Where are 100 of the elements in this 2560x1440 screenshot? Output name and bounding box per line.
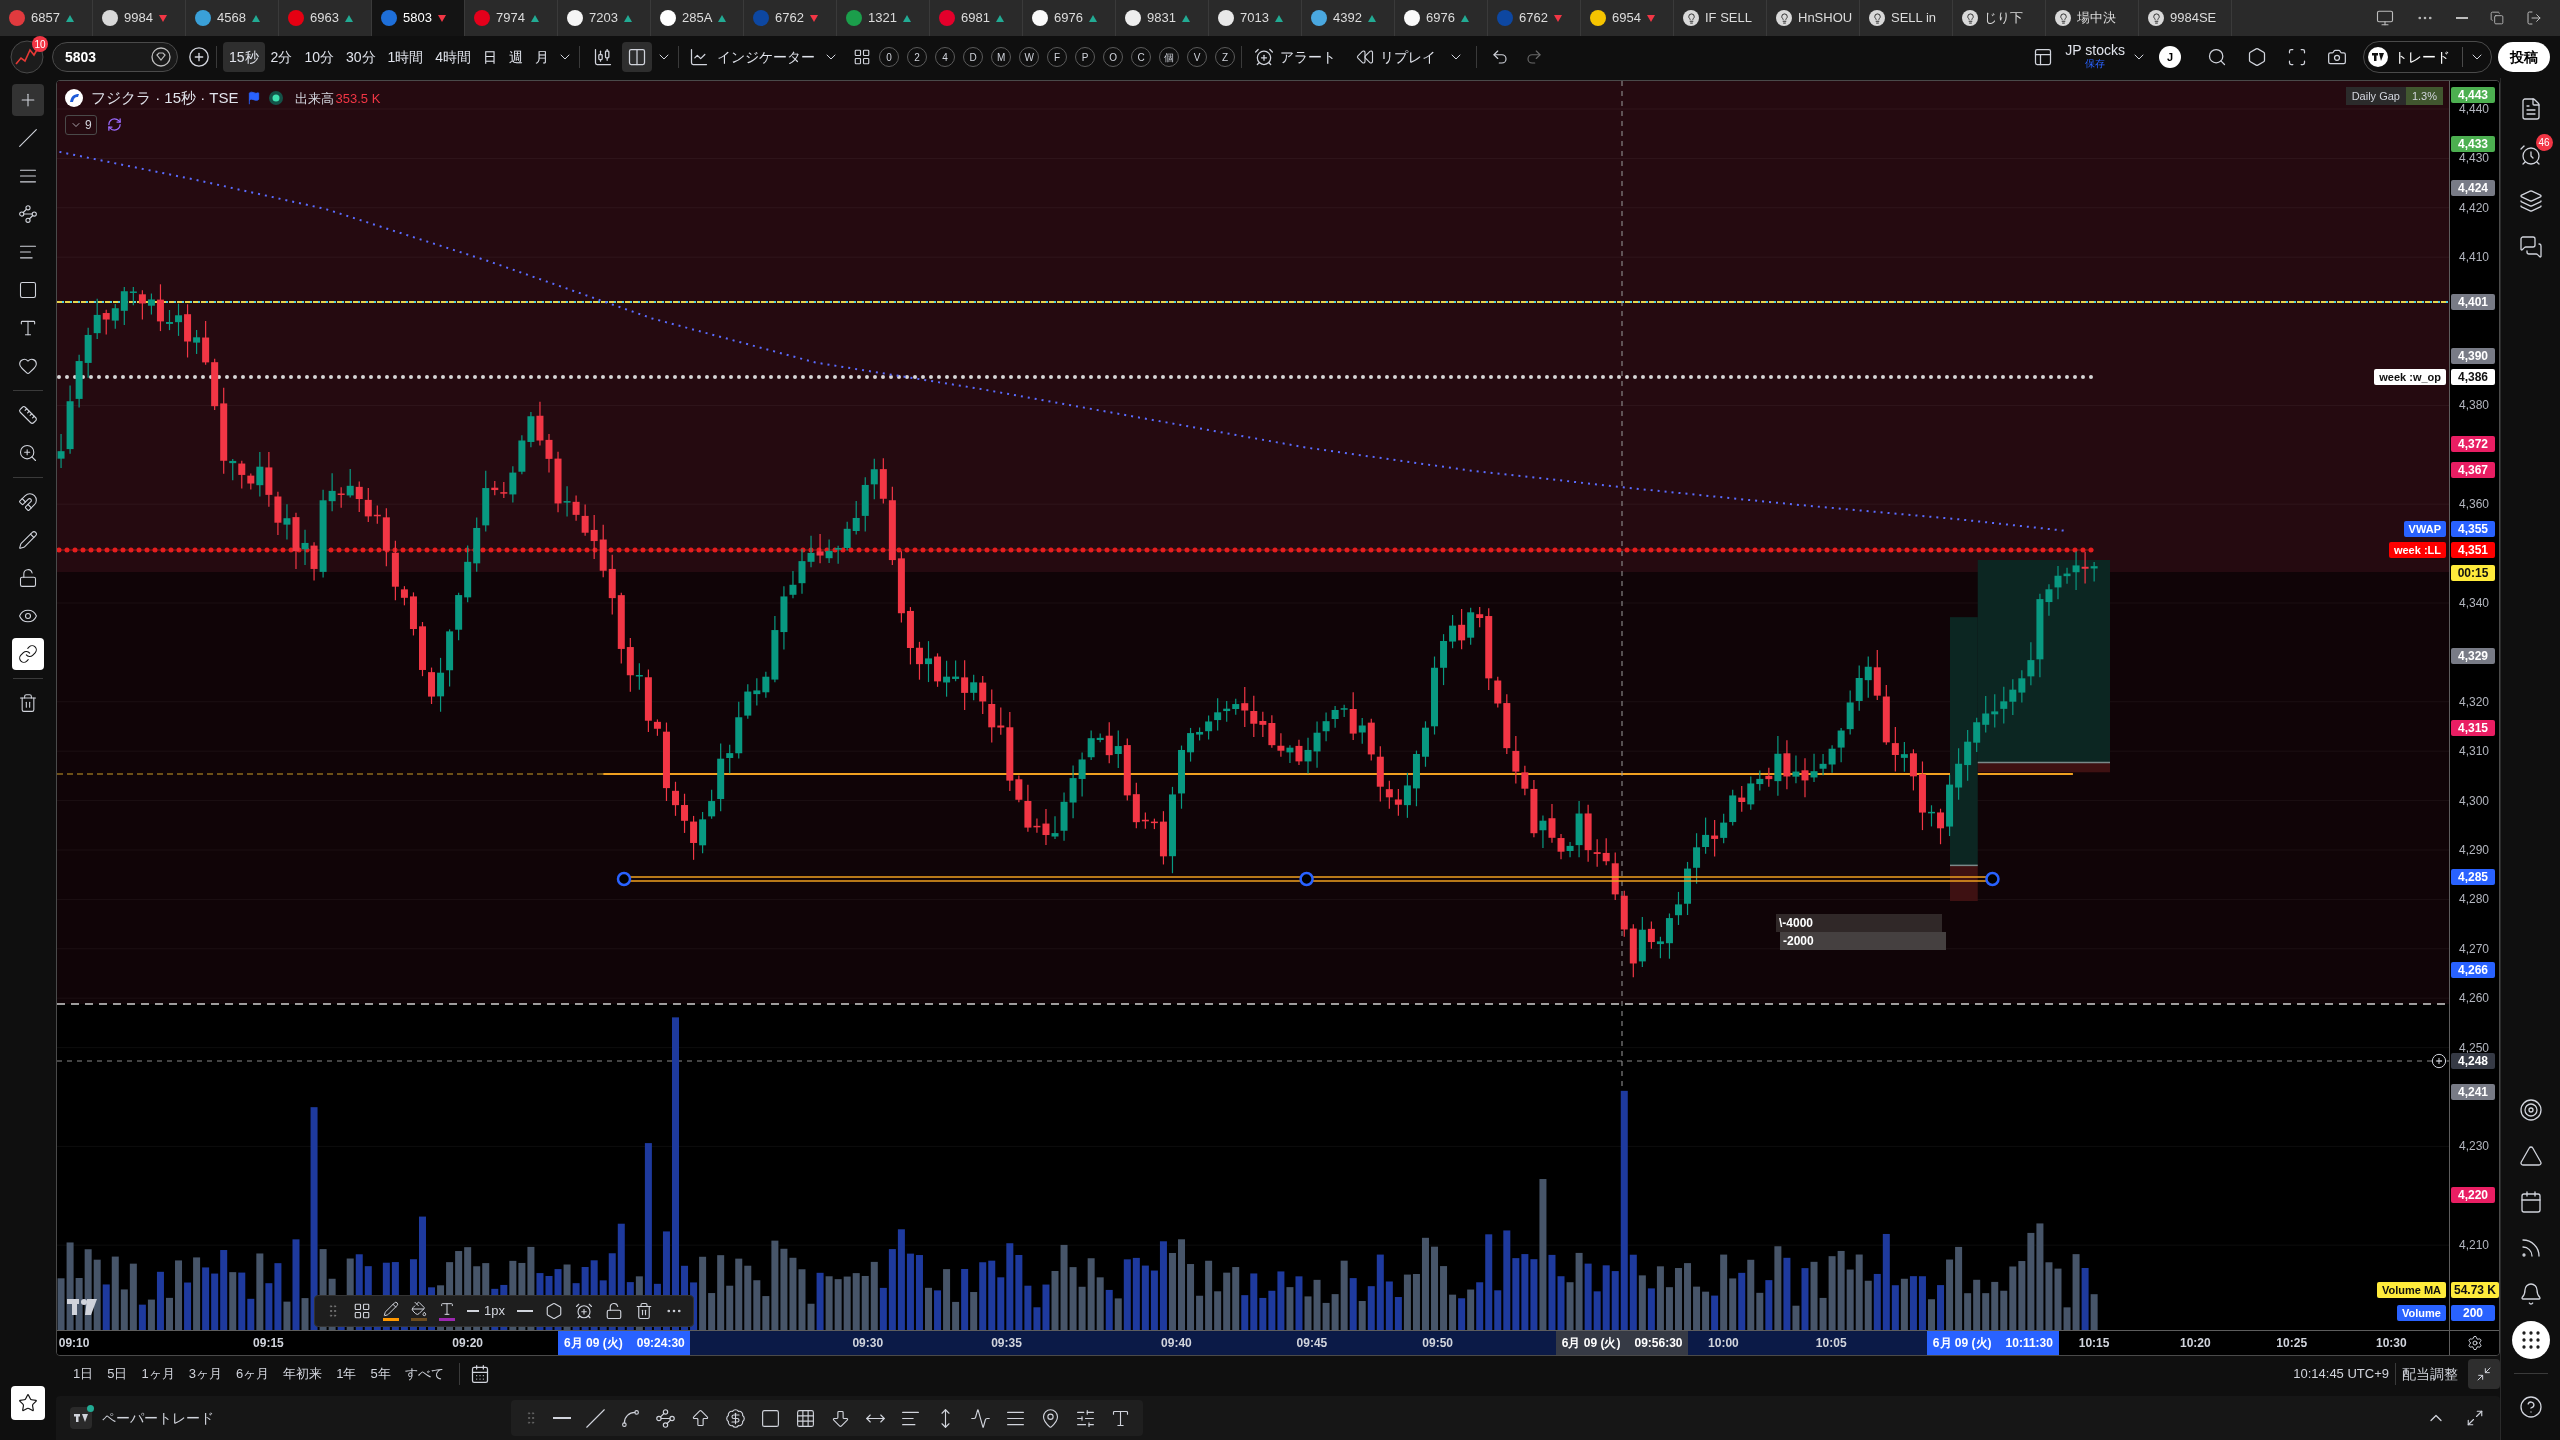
connected-points-icon[interactable] [655, 1407, 676, 1429]
time-tick: 09:10 [58, 1336, 90, 1350]
interval-button[interactable]: 2分 [264, 42, 299, 72]
toggle-button[interactable] [12, 638, 44, 670]
pencil-icon[interactable] [383, 1301, 399, 1321]
grid-icon[interactable] [353, 1302, 371, 1320]
add-circle-icon[interactable] [188, 46, 210, 68]
layout-button[interactable]: JP stocks 保存 [2065, 43, 2125, 71]
exit-icon[interactable] [2526, 10, 2542, 26]
interval-button[interactable]: 週 [503, 42, 530, 72]
volume-label: 出来高 [294, 89, 334, 108]
hexagon-settings-icon[interactable] [2247, 47, 2267, 67]
interval-button[interactable]: 15秒 [223, 42, 265, 72]
alarm-clock-icon[interactable] [574, 1302, 593, 1320]
line-style-icon[interactable] [516, 1310, 533, 1312]
square-icon [18, 280, 38, 300]
collapse-arrows-icon [2476, 1366, 2492, 1382]
range-button[interactable]: 5日 [102, 1361, 133, 1387]
refresh-icon[interactable] [106, 117, 122, 132]
up-arrow-icon[interactable] [690, 1407, 711, 1429]
quick-interval-button[interactable]: Z [1215, 47, 1236, 67]
trash-icon[interactable] [18, 693, 38, 713]
camera-icon[interactable] [2327, 47, 2347, 67]
adjustment-button[interactable]: 配当調整 [2402, 1363, 2458, 1385]
side-panel-button[interactable]: 46 [2511, 136, 2550, 174]
side-panel-button[interactable] [2511, 1321, 2550, 1359]
line-width-button[interactable]: 1px [467, 1301, 505, 1321]
interval-button[interactable]: 30分 [339, 42, 382, 72]
zigzag-line-icon[interactable] [970, 1407, 991, 1429]
collapse-indicators-button[interactable]: 9 [65, 114, 97, 135]
chart-logo-icon [67, 1299, 97, 1315]
paint-bucket-icon[interactable] [411, 1301, 427, 1321]
range-button[interactable]: すべて [399, 1361, 449, 1387]
range-button[interactable]: 6ヶ月 [230, 1361, 275, 1387]
search-icon[interactable] [2207, 47, 2227, 67]
calendar-icon[interactable] [469, 1364, 490, 1384]
crosshair-price-label: 4,248 [2451, 1053, 2495, 1070]
interval-button[interactable]: 月 [529, 42, 556, 72]
series-tag: Volume MA [2376, 1282, 2446, 1299]
chart-avatar-icon[interactable] [10, 40, 44, 74]
link-icon [18, 644, 38, 664]
alert-button[interactable]: アラート [1248, 42, 1343, 72]
time-tick: 09:20 [452, 1336, 483, 1350]
redo-icon[interactable] [1525, 48, 1544, 66]
order-quantity-label: \-4000 [1776, 914, 1942, 932]
publish-button[interactable]: 投稿 [2498, 42, 2550, 72]
interval-button[interactable]: 1時間 [381, 42, 430, 72]
price-label: 4,401 [2451, 294, 2495, 311]
range-button[interactable]: 1ヶ月 [136, 1361, 180, 1387]
price-label: 00:15 [2451, 565, 2495, 582]
restore-icon[interactable] [2490, 11, 2504, 25]
grid-icon[interactable] [795, 1407, 816, 1429]
time-tick: 09:30 [852, 1336, 884, 1350]
settings-icon[interactable] [2466, 1335, 2483, 1351]
interval-button[interactable]: 4時間 [429, 42, 478, 72]
add-circle-icon[interactable] [2431, 1053, 2447, 1070]
price-tick: 4,340 [2459, 597, 2490, 609]
chart-style-button[interactable] [622, 42, 653, 72]
interval-button[interactable]: 日 [477, 42, 504, 72]
price-label: 4,386 [2451, 369, 2495, 386]
range-button[interactable]: 年初来 [278, 1361, 328, 1387]
square-icon[interactable] [760, 1407, 781, 1429]
fullscreen-icon[interactable] [2287, 47, 2307, 67]
pencil-icon [18, 530, 38, 550]
collapse-button[interactable] [2468, 1359, 2500, 1389]
time-tick: 10:20 [2180, 1336, 2211, 1350]
diagonal-line-icon[interactable] [585, 1407, 606, 1429]
hexagon-icon[interactable] [544, 1302, 563, 1320]
monitor-icon[interactable] [2376, 9, 2394, 27]
date-label: 6月 09 (火) [564, 1335, 623, 1352]
range-button[interactable]: 1日 [68, 1361, 99, 1387]
undo-icon[interactable] [1491, 48, 1510, 66]
time-label: 10:11:30 [2005, 1335, 2053, 1352]
range-button[interactable]: 1年 [331, 1361, 362, 1387]
layout-icon[interactable] [2033, 47, 2054, 67]
symbol-search-field[interactable]: 5803 [52, 42, 178, 72]
trash-icon[interactable] [634, 1302, 653, 1320]
dollar-badge-icon[interactable] [725, 1407, 746, 1429]
magnet-icon [18, 492, 38, 512]
indicators-button[interactable]: インジケーター [685, 42, 844, 72]
price-label: 4,315 [2451, 720, 2495, 737]
map-pin-icon[interactable] [1040, 1407, 1061, 1429]
grid-icon[interactable] [853, 48, 872, 66]
range-button[interactable]: 3ヶ月 [183, 1361, 227, 1387]
sliders-icon[interactable] [1075, 1407, 1096, 1429]
curve-icon[interactable] [620, 1407, 641, 1429]
interval-button[interactable]: 10分 [298, 42, 340, 72]
unlocked-padlock-icon[interactable] [604, 1302, 623, 1320]
text-color-icon[interactable] [439, 1301, 455, 1321]
hollow-candle-icon [627, 47, 648, 67]
lightbulb-icon [1962, 10, 1978, 26]
expand-icon[interactable] [2466, 1409, 2484, 1427]
avatar-button[interactable]: J [2159, 46, 2181, 68]
ruler-icon [18, 405, 38, 425]
replay-button[interactable]: リプレイ [1350, 42, 1471, 72]
order-quantity-label: -2000 [1780, 932, 1946, 950]
price-tick: 4,320 [2459, 695, 2490, 708]
range-button[interactable]: 5年 [365, 1361, 396, 1387]
symbol-tab[interactable]: 5803 [372, 0, 465, 36]
line-icon [467, 1310, 479, 1312]
